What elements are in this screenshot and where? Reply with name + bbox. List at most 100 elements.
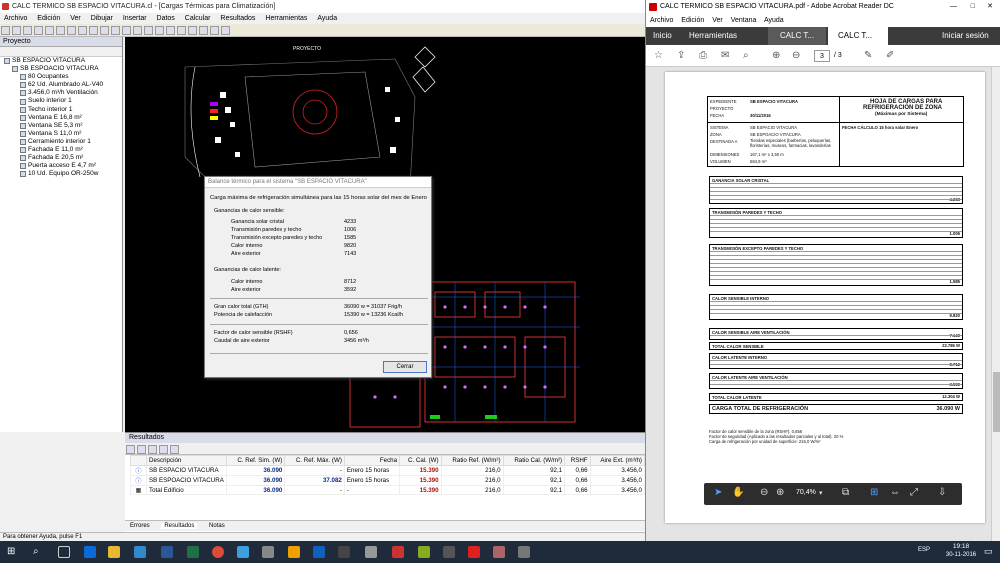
select-cursor-icon[interactable]: ➤ (714, 487, 722, 498)
grid-icon[interactable] (144, 26, 153, 35)
language-indicator[interactable]: ESP (918, 547, 930, 553)
bookmark-icon[interactable]: ☆ (654, 50, 663, 61)
table-row[interactable]: ⓘ SB ESPACIO VITACURA 36.090 - Enero 15 … (130, 465, 646, 476)
tree-item[interactable]: Ventana S 11,0 m² (0, 130, 122, 138)
text-icon[interactable] (177, 26, 186, 35)
tree-item[interactable]: 80 Ocupantes (0, 73, 122, 81)
print-icon[interactable] (34, 26, 43, 35)
clock-date[interactable]: 30-11-2016 (944, 552, 978, 558)
fullscreen-icon[interactable]: ⤢ (910, 487, 918, 498)
snowflake-icon[interactable] (237, 546, 249, 558)
search-icon[interactable]: ⌕ (33, 546, 45, 558)
tab-errores[interactable]: Errores (130, 523, 150, 529)
tree-item[interactable]: Techo interior 1 (0, 106, 122, 114)
close-button[interactable]: Cerrar (383, 361, 427, 373)
tree-item[interactable]: SB ESPOACIO VITACURA (0, 65, 122, 73)
word-icon[interactable] (161, 546, 173, 558)
chart-icon[interactable] (159, 445, 168, 454)
details-icon[interactable] (170, 445, 179, 454)
new-icon[interactable] (1, 26, 10, 35)
edge-icon[interactable] (84, 546, 96, 558)
column-header[interactable]: Fecha (343, 455, 401, 466)
print-results-icon[interactable] (137, 445, 146, 454)
menu-archivo[interactable]: Archivo (650, 17, 673, 24)
maximize-icon[interactable]: □ (971, 0, 975, 14)
rect-icon[interactable] (199, 26, 208, 35)
tree-item[interactable]: 3.456,0 m³/h Ventilación (0, 89, 122, 97)
help-icon[interactable] (221, 26, 230, 35)
menu-ver[interactable]: Ver (712, 17, 723, 24)
filter-icon[interactable] (148, 445, 157, 454)
copy-icon[interactable]: ⧉ (842, 487, 849, 498)
excel-icon[interactable] (187, 546, 199, 558)
mail-icon[interactable]: ✉ (721, 50, 729, 61)
menu-edicion[interactable]: Edición (37, 15, 60, 22)
tab-herramientas[interactable]: Herramientas (689, 27, 737, 45)
chrome-icon[interactable] (212, 546, 224, 558)
app-icon[interactable] (392, 546, 404, 558)
measure-icon[interactable] (166, 26, 175, 35)
tab-notas[interactable]: Notas (209, 523, 225, 529)
app-icon[interactable] (313, 546, 325, 558)
copy-icon[interactable] (56, 26, 65, 35)
menu-dibujar[interactable]: Dibujar (91, 15, 113, 22)
app-icon[interactable] (288, 546, 300, 558)
app-icon[interactable] (418, 546, 430, 558)
column-header[interactable]: Descripción (146, 455, 227, 466)
next-page-icon[interactable]: ⊖ (792, 50, 800, 61)
app-icon[interactable] (493, 546, 505, 558)
hand-icon[interactable]: ✋ (732, 487, 744, 498)
search-icon[interactable]: ⌕ (743, 50, 749, 61)
pdf-scrollbar[interactable] (991, 67, 1000, 541)
column-header[interactable]: Ratio Ref. (W/m²) (440, 455, 504, 466)
undo-icon[interactable] (78, 26, 87, 35)
pen-icon[interactable]: ✐ (886, 50, 894, 61)
tab-resultados[interactable]: Resultados (161, 523, 198, 529)
tree-item[interactable]: Suelo interior 1 (0, 97, 122, 105)
layer-icon[interactable] (122, 26, 131, 35)
app-icon[interactable] (262, 546, 274, 558)
column-header[interactable]: Ratio Cal. (W/m²) (502, 455, 566, 466)
tree-item[interactable]: 10 Ud. Equipo OR-250w (0, 170, 122, 178)
column-header[interactable]: Aire Ext. (m³/h) (589, 455, 646, 466)
tree-item[interactable]: Fachada E 20,5 m² (0, 154, 122, 162)
comment-icon[interactable]: ✎ (864, 50, 872, 61)
app-icon[interactable] (338, 546, 350, 558)
upload-icon[interactable]: ⇪ (677, 50, 685, 61)
column-header[interactable]: C. Ref. Sim. (W) (225, 455, 286, 466)
clock-time[interactable]: 19:18 (944, 543, 978, 550)
export-icon[interactable] (126, 445, 135, 454)
app-icon[interactable] (518, 546, 530, 558)
menu-datos[interactable]: Datos (157, 15, 175, 22)
tab-inicio[interactable]: Inicio (653, 27, 672, 45)
tree-item[interactable]: Ventana E 16,8 m² (0, 114, 122, 122)
download-icon[interactable]: ⇩ (938, 487, 946, 498)
print-icon[interactable]: ⎙ (699, 50, 707, 61)
tree-item[interactable]: Puerta acceso E 4,7 m² (0, 162, 122, 170)
app-icon[interactable] (365, 546, 377, 558)
fit-width-icon[interactable]: ⇔ (890, 487, 900, 498)
fit-page-icon[interactable]: ⊞ (870, 487, 878, 498)
menu-edicion[interactable]: Edición (681, 17, 704, 24)
store-icon[interactable] (134, 546, 146, 558)
menu-ayuda[interactable]: Ayuda (764, 17, 784, 24)
prev-page-icon[interactable]: ⊕ (772, 50, 780, 61)
notification-icon[interactable]: ▭ (984, 546, 993, 557)
column-header[interactable]: C. Cal. (W) (399, 455, 442, 466)
explorer-icon[interactable] (108, 546, 120, 558)
redo-icon[interactable] (89, 26, 98, 35)
cut-icon[interactable] (45, 26, 54, 35)
snap-icon[interactable] (155, 26, 164, 35)
tab-calc-1[interactable]: CALC T... (768, 27, 826, 45)
line-icon[interactable] (188, 26, 197, 35)
acrobat-taskbar-icon[interactable] (468, 546, 480, 558)
task-view-icon[interactable] (58, 546, 70, 558)
app-icon[interactable] (443, 546, 455, 558)
page-number-input[interactable]: 3 (814, 50, 830, 62)
scroll-thumb[interactable] (993, 372, 1000, 432)
chevron-down-icon[interactable]: ▾ (819, 489, 823, 497)
table-row[interactable]: ⓘ SB ESPOACIO VITACURA 36.090 37.082 Ene… (130, 475, 646, 486)
menu-insertar[interactable]: Insertar (123, 15, 147, 22)
tree-item[interactable]: Fachada E 11,0 m² (0, 146, 122, 154)
close-icon[interactable]: ✕ (987, 0, 993, 14)
